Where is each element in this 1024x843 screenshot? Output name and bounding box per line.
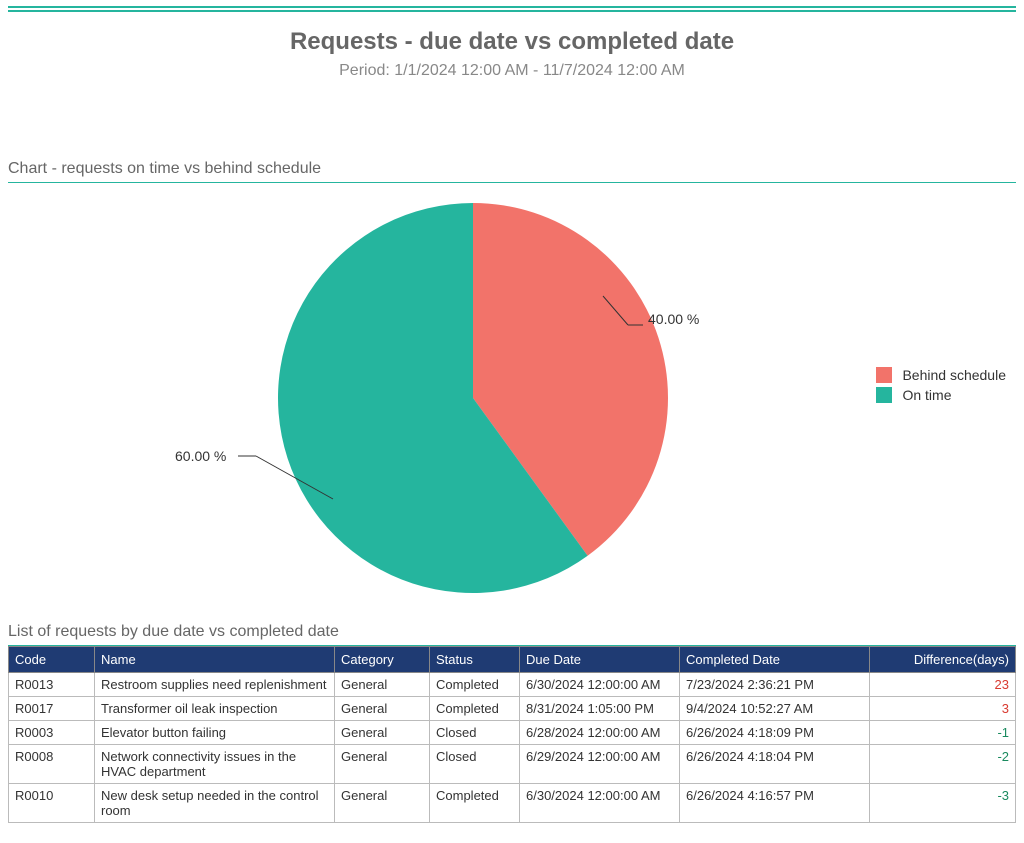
table-cell: R0017 — [9, 697, 95, 721]
table-cell: -1 — [870, 721, 1016, 745]
table-cell: 6/28/2024 12:00:00 AM — [520, 721, 680, 745]
table-cell: Network connectivity issues in the HVAC … — [95, 745, 335, 784]
legend-label: Behind schedule — [902, 367, 1006, 383]
table-header-row: Code Name Category Status Due Date Compl… — [9, 647, 1016, 673]
legend-item: Behind schedule — [876, 367, 1006, 383]
legend-swatch-icon — [876, 387, 892, 403]
requests-table-wrap: Code Name Category Status Due Date Compl… — [8, 646, 1016, 823]
title-block: Requests - due date vs completed date Pe… — [0, 22, 1024, 110]
table-cell: General — [335, 673, 430, 697]
table-cell: Restroom supplies need replenishment — [95, 673, 335, 697]
pie-label-ontime-text: 60.00 % — [175, 448, 226, 464]
report-period: Period: 1/1/2024 12:00 AM - 11/7/2024 12… — [0, 62, 1024, 80]
legend-swatch-icon — [876, 367, 892, 383]
table-cell: R0008 — [9, 745, 95, 784]
pie-chart — [273, 198, 673, 598]
table-cell: 6/26/2024 4:16:57 PM — [680, 784, 870, 823]
table-cell: 6/29/2024 12:00:00 AM — [520, 745, 680, 784]
table-row: R0003Elevator button failingGeneralClose… — [9, 721, 1016, 745]
col-due-date: Due Date — [520, 647, 680, 673]
table-row: R0017Transformer oil leak inspectionGene… — [9, 697, 1016, 721]
table-body: R0013Restroom supplies need replenishmen… — [9, 673, 1016, 823]
table-cell: Closed — [430, 745, 520, 784]
report-title: Requests - due date vs completed date — [0, 28, 1024, 56]
table-cell: 8/31/2024 1:05:00 PM — [520, 697, 680, 721]
table-cell: General — [335, 784, 430, 823]
table-cell: Transformer oil leak inspection — [95, 697, 335, 721]
table-cell: Closed — [430, 721, 520, 745]
pie-label-ontime: 60.00 % — [175, 448, 226, 464]
table-cell: Elevator button failing — [95, 721, 335, 745]
chart-section-title: Chart - requests on time vs behind sched… — [8, 160, 1016, 183]
table-cell: 7/23/2024 2:36:21 PM — [680, 673, 870, 697]
col-completed-date: Completed Date — [680, 647, 870, 673]
table-cell: 6/26/2024 4:18:04 PM — [680, 745, 870, 784]
col-status: Status — [430, 647, 520, 673]
table-cell: General — [335, 745, 430, 784]
pie-label-behind: 40.00 % — [648, 311, 699, 327]
table-cell: General — [335, 721, 430, 745]
table-cell: R0003 — [9, 721, 95, 745]
col-difference: Difference(days) — [870, 647, 1016, 673]
table-cell: New desk setup needed in the control roo… — [95, 784, 335, 823]
requests-table: Code Name Category Status Due Date Compl… — [8, 646, 1016, 823]
table-cell: Completed — [430, 784, 520, 823]
pie-svg — [273, 198, 673, 598]
table-cell: 3 — [870, 697, 1016, 721]
table-row: R0008Network connectivity issues in the … — [9, 745, 1016, 784]
table-cell: 23 — [870, 673, 1016, 697]
table-cell: R0010 — [9, 784, 95, 823]
table-cell: 6/30/2024 12:00:00 AM — [520, 784, 680, 823]
table-row: R0010New desk setup needed in the contro… — [9, 784, 1016, 823]
table-cell: -2 — [870, 745, 1016, 784]
table-section-title: List of requests by due date vs complete… — [8, 623, 1016, 646]
table-cell: -3 — [870, 784, 1016, 823]
table-cell: General — [335, 697, 430, 721]
table-cell: 6/26/2024 4:18:09 PM — [680, 721, 870, 745]
pie-label-behind-text: 40.00 % — [648, 311, 699, 327]
legend-item: On time — [876, 387, 1006, 403]
col-category: Category — [335, 647, 430, 673]
table-cell: R0013 — [9, 673, 95, 697]
table-cell: 6/30/2024 12:00:00 AM — [520, 673, 680, 697]
col-name: Name — [95, 647, 335, 673]
table-row: R0013Restroom supplies need replenishmen… — [9, 673, 1016, 697]
header-divider — [8, 6, 1016, 12]
chart-area: 40.00 % 60.00 % Behind schedule On time — [8, 183, 1016, 613]
table-cell: Completed — [430, 673, 520, 697]
chart-legend: Behind schedule On time — [876, 363, 1006, 407]
col-code: Code — [9, 647, 95, 673]
table-cell: Completed — [430, 697, 520, 721]
legend-label: On time — [902, 387, 951, 403]
table-cell: 9/4/2024 10:52:27 AM — [680, 697, 870, 721]
